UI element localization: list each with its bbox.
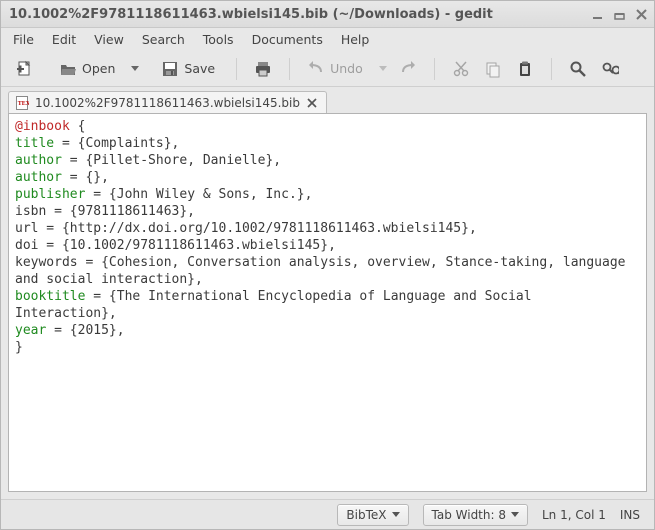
window: 10.1002%2F9781118611463.wbielsi145.bib (… bbox=[0, 0, 655, 530]
cut-button[interactable] bbox=[448, 55, 474, 83]
printer-icon bbox=[254, 60, 272, 78]
open-folder-icon bbox=[59, 60, 77, 78]
menu-documents[interactable]: Documents bbox=[243, 29, 332, 50]
cursor-position: Ln 1, Col 1 bbox=[542, 508, 606, 522]
save-disk-icon bbox=[161, 60, 179, 78]
menu-tools[interactable]: Tools bbox=[194, 29, 243, 50]
menu-edit[interactable]: Edit bbox=[43, 29, 85, 50]
tab-width-label: Tab Width: 8 bbox=[432, 508, 506, 522]
toolbar-separator bbox=[289, 58, 290, 80]
paste-button[interactable] bbox=[512, 55, 538, 83]
svg-text:TEX: TEX bbox=[18, 101, 29, 107]
menu-file[interactable]: File bbox=[4, 29, 43, 50]
new-button[interactable] bbox=[11, 55, 37, 83]
scissors-icon bbox=[452, 60, 470, 78]
tab-filename: 10.1002%2F9781118611463.wbielsi145.bib bbox=[35, 96, 300, 110]
window-buttons bbox=[590, 7, 649, 22]
document-tab[interactable]: TEX 10.1002%2F9781118611463.wbielsi145.b… bbox=[8, 91, 327, 113]
menubar: File Edit View Search Tools Documents He… bbox=[1, 28, 654, 51]
tabbar: TEX 10.1002%2F9781118611463.wbielsi145.b… bbox=[1, 87, 654, 113]
undo-label: Undo bbox=[330, 61, 363, 76]
insert-mode: INS bbox=[620, 508, 640, 522]
titlebar: 10.1002%2F9781118611463.wbielsi145.bib (… bbox=[1, 1, 654, 28]
maximize-button[interactable] bbox=[612, 7, 627, 22]
close-button[interactable] bbox=[634, 7, 649, 22]
new-file-icon bbox=[15, 60, 33, 78]
find-button[interactable] bbox=[565, 55, 591, 83]
tex-file-icon: TEX bbox=[15, 96, 29, 110]
menu-view[interactable]: View bbox=[85, 29, 133, 50]
tab-width-button[interactable]: Tab Width: 8 bbox=[423, 504, 528, 526]
text-editor[interactable]: @inbook { title = {Complaints}, author =… bbox=[8, 113, 647, 492]
syntax-mode-label: BibTeX bbox=[346, 508, 386, 522]
tab-close-button[interactable] bbox=[306, 96, 319, 109]
toolbar-separator bbox=[551, 58, 552, 80]
syntax-mode-button[interactable]: BibTeX bbox=[337, 504, 408, 526]
print-button[interactable] bbox=[250, 55, 276, 83]
copy-button[interactable] bbox=[480, 55, 506, 83]
toolbar-separator bbox=[236, 58, 237, 80]
toolbar-separator bbox=[434, 58, 435, 80]
chevron-down-icon bbox=[392, 512, 400, 517]
undo-dropdown[interactable] bbox=[377, 55, 389, 83]
find-replace-icon bbox=[601, 60, 619, 78]
window-title: 10.1002%2F9781118611463.wbielsi145.bib (… bbox=[9, 7, 590, 22]
menu-search[interactable]: Search bbox=[133, 29, 194, 50]
magnifier-icon bbox=[569, 60, 587, 78]
find-replace-button[interactable] bbox=[597, 55, 623, 83]
save-button[interactable]: Save bbox=[157, 55, 223, 83]
chevron-down-icon bbox=[511, 512, 519, 517]
minimize-button[interactable] bbox=[590, 7, 605, 22]
redo-icon bbox=[399, 60, 417, 78]
redo-button[interactable] bbox=[395, 55, 421, 83]
statusbar: BibTeX Tab Width: 8 Ln 1, Col 1 INS bbox=[1, 499, 654, 529]
toolbar: Open Save Undo bbox=[1, 51, 654, 87]
editor-wrap: @inbook { title = {Complaints}, author =… bbox=[1, 113, 654, 499]
menu-help[interactable]: Help bbox=[332, 29, 379, 50]
open-button[interactable]: Open bbox=[55, 55, 123, 83]
copy-icon bbox=[484, 60, 502, 78]
undo-icon bbox=[307, 60, 325, 78]
open-dropdown[interactable] bbox=[129, 55, 141, 83]
open-label: Open bbox=[82, 61, 115, 76]
clipboard-icon bbox=[516, 60, 534, 78]
save-label: Save bbox=[184, 61, 215, 76]
undo-button[interactable]: Undo bbox=[303, 55, 371, 83]
